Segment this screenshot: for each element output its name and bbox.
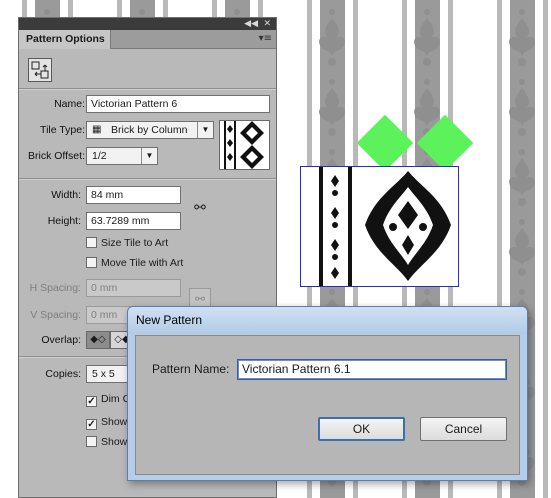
name-label: Name:: [54, 98, 85, 110]
size-tile-to-art-checkbox[interactable]: Size Tile to Art: [86, 237, 168, 249]
cancel-button[interactable]: Cancel: [420, 417, 507, 441]
pattern-tile-bounds[interactable]: [300, 166, 459, 287]
tile-type-preview: [219, 120, 270, 170]
link-proportions-icon[interactable]: ⚯: [193, 199, 207, 217]
copies-label: Copies:: [45, 368, 81, 380]
checkbox-box[interactable]: ✓: [86, 419, 97, 430]
tile-type-label: Tile Type:: [40, 124, 85, 136]
close-icon[interactable]: ✕: [263, 18, 271, 30]
show-tile-edge-label: Show: [101, 416, 128, 428]
h-spacing-field[interactable]: 0 mm: [86, 279, 181, 297]
brick-offset-label: Brick Offset:: [28, 150, 85, 162]
h-spacing-label: H Spacing:: [29, 282, 81, 294]
checkbox-box[interactable]: [86, 436, 97, 447]
checkbox-box[interactable]: ✓: [86, 396, 97, 407]
checkbox-box[interactable]: [86, 257, 97, 268]
brick-column-icon: ▦: [92, 124, 102, 135]
tab-pattern-options[interactable]: Pattern Options: [19, 30, 111, 49]
height-label: Height:: [47, 215, 81, 227]
size-tile-to-art-label: Size Tile to Art: [101, 237, 169, 249]
brick-offset-value: 1/2: [92, 150, 107, 162]
pattern-name-label: Pattern Name:: [152, 362, 230, 376]
dim-copies-checkbox[interactable]: ✓ Dim C: [86, 393, 130, 407]
show-swatch-bounds-checkbox[interactable]: Show: [86, 436, 127, 448]
tile-type-select[interactable]: ▦ Brick by Column ▼: [86, 121, 214, 139]
copies-value: 5 x 5: [92, 368, 115, 380]
chevron-down-icon: ▼: [141, 148, 157, 164]
overlap-label: Overlap:: [41, 334, 81, 346]
width-field[interactable]: 84 mm: [86, 186, 181, 204]
tile-preview-image: [224, 121, 264, 169]
new-pattern-dialog: New Pattern Pattern Name: Victorian Patt…: [127, 306, 528, 481]
width-label: Width:: [51, 189, 81, 201]
chevron-down-icon: ▼: [197, 122, 213, 138]
show-tile-edge-checkbox[interactable]: ✓ Show: [86, 416, 127, 430]
panel-title-bar[interactable]: ◀◀ ✕: [19, 18, 276, 30]
pattern-name-field[interactable]: Victorian Pattern 6: [86, 95, 270, 113]
overlap-left-button[interactable]: ◆◇: [86, 331, 110, 349]
dim-copies-label: Dim C: [101, 393, 131, 405]
height-field[interactable]: 63.7289 mm: [86, 212, 181, 230]
ok-button[interactable]: OK: [318, 417, 405, 441]
pattern-tile-tool-button[interactable]: [28, 58, 52, 82]
pattern-tile-artwork: [319, 167, 451, 286]
overlap-left-icon: ◆◇: [90, 334, 106, 345]
move-tile-with-art-checkbox[interactable]: Move Tile with Art: [86, 257, 183, 269]
pattern-name-input[interactable]: Victorian Pattern 6.1: [237, 359, 507, 380]
pattern-tile-tool-icon: [31, 61, 49, 79]
show-swatch-bounds-label: Show: [101, 436, 128, 448]
panel-tab-row: Pattern Options ▾≡: [19, 30, 276, 49]
move-tile-with-art-label: Move Tile with Art: [101, 257, 184, 269]
tile-type-value: Brick by Column: [111, 124, 188, 136]
checkbox-box[interactable]: [86, 237, 97, 248]
brick-offset-select[interactable]: 1/2 ▼: [86, 147, 158, 165]
dialog-body: Pattern Name: Victorian Pattern 6.1 OK C…: [135, 335, 520, 475]
panel-menu-icon[interactable]: ▾≡: [259, 33, 272, 44]
v-spacing-label: V Spacing:: [30, 309, 81, 321]
dialog-title[interactable]: New Pattern: [128, 307, 527, 334]
double-chevron-icon[interactable]: ◀◀: [244, 18, 258, 30]
